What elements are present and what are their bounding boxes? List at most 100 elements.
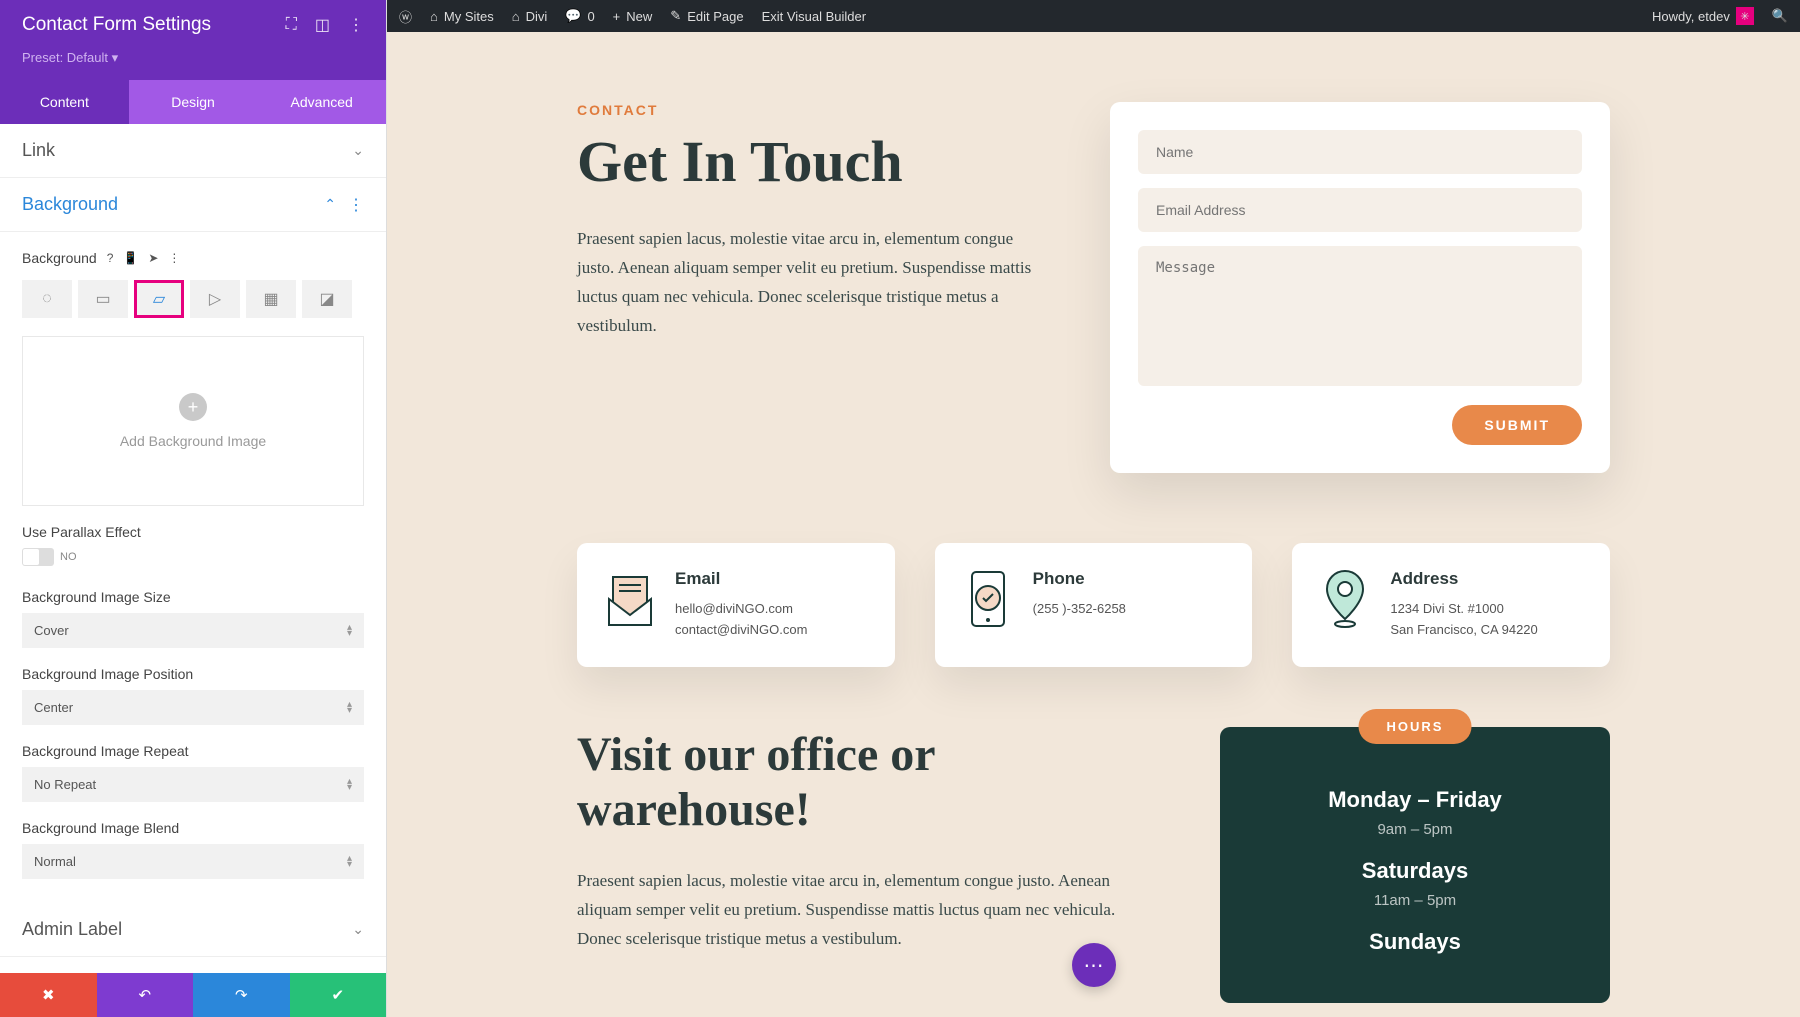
site-link[interactable]: ⌂Divi <box>512 9 548 24</box>
save-button[interactable]: ✔ <box>290 973 387 1017</box>
cancel-button[interactable]: ✖ <box>0 973 97 1017</box>
plus-icon: + <box>179 393 207 421</box>
bg-size-value: Cover <box>34 623 69 638</box>
background-field-label: Background ? 📱 ➤ ⋮ <box>22 250 364 266</box>
hours-time: 11am – 5pm <box>1260 892 1570 909</box>
tab-content[interactable]: Content <box>0 80 129 124</box>
chevron-up-icon: ⌃ <box>324 196 336 213</box>
bg-type-mask[interactable]: ◪ <box>302 280 352 318</box>
bg-repeat-select[interactable]: No Repeat ▴▾ <box>22 767 364 802</box>
hero-body: Praesent sapien lacus, molestie vitae ar… <box>577 225 1050 341</box>
redo-button[interactable]: ↷ <box>193 973 290 1017</box>
message-field[interactable] <box>1138 246 1582 386</box>
wp-logo-icon[interactable]: ⓦ <box>399 7 412 26</box>
edit-page-link[interactable]: ✎Edit Page <box>670 8 743 24</box>
select-arrows-icon: ▴▾ <box>347 779 352 791</box>
card-line: contact@diviNGO.com <box>675 620 807 641</box>
section-more-icon[interactable]: ⋮ <box>348 195 364 215</box>
bg-type-gradient[interactable]: ▭ <box>78 280 128 318</box>
info-card-email: Email hello@diviNGO.com contact@diviNGO.… <box>577 543 895 667</box>
contact-form: SUBMIT <box>1110 102 1610 473</box>
email-field[interactable] <box>1138 188 1582 232</box>
new-link[interactable]: +New <box>613 9 653 24</box>
comments-link[interactable]: 💬0 <box>565 8 594 24</box>
responsive-icon[interactable]: 📱 <box>123 251 138 265</box>
search-icon[interactable]: 🔍 <box>1772 8 1788 24</box>
focus-icon[interactable]: ⛶ <box>286 16 297 34</box>
preset-selector[interactable]: Preset: Default ▾ <box>0 50 386 80</box>
bg-size-select[interactable]: Cover ▴▾ <box>22 613 364 648</box>
card-title: Phone <box>1033 569 1126 589</box>
hours-day: Monday – Friday <box>1260 787 1570 813</box>
select-arrows-icon: ▴▾ <box>347 856 352 868</box>
bg-type-video[interactable]: ▷ <box>190 280 240 318</box>
info-card-address: Address 1234 Divi St. #1000 San Francisc… <box>1292 543 1610 667</box>
bg-type-image[interactable]: ▱ <box>134 280 184 318</box>
more-icon[interactable]: ⋮ <box>348 15 364 35</box>
tab-advanced[interactable]: Advanced <box>257 80 386 124</box>
section-background[interactable]: Background ⌃ ⋮ <box>0 178 386 232</box>
section-admin-label[interactable]: Admin Label ⌄ <box>0 903 386 957</box>
bg-blend-select[interactable]: Normal ▴▾ <box>22 844 364 879</box>
hero-title: Get In Touch <box>577 128 1050 195</box>
parallax-label: Use Parallax Effect <box>22 524 364 540</box>
help-icon[interactable]: ? <box>107 251 114 265</box>
avatar-icon: ✳ <box>1736 7 1754 25</box>
sidebar-title: Contact Form Settings <box>22 14 211 36</box>
envelope-icon <box>607 569 653 629</box>
bg-size-label: Background Image Size <box>22 589 364 605</box>
visit-title: Visit our office or warehouse! <box>577 727 1150 837</box>
exit-vb-link[interactable]: Exit Visual Builder <box>762 9 867 24</box>
card-line: (255 )-352-6258 <box>1033 599 1126 620</box>
bg-blend-label: Background Image Blend <box>22 820 364 836</box>
howdy-link[interactable]: Howdy, etdev✳ <box>1652 7 1754 25</box>
wp-admin-bar: ⓦ ⌂My Sites ⌂Divi 💬0 +New ✎Edit Page Exi… <box>387 0 1800 32</box>
undo-button[interactable]: ↶ <box>97 973 194 1017</box>
select-arrows-icon: ▴▾ <box>347 702 352 714</box>
sidebar-footer: ✖ ↶ ↷ ✔ <box>0 973 386 1017</box>
card-line: hello@diviNGO.com <box>675 599 807 620</box>
card-line: San Francisco, CA 94220 <box>1390 620 1537 641</box>
bg-position-value: Center <box>34 700 73 715</box>
name-field[interactable] <box>1138 130 1582 174</box>
bg-type-pattern[interactable]: ▦ <box>246 280 296 318</box>
section-link[interactable]: Link ⌄ <box>0 124 386 178</box>
options-icon[interactable]: ⋮ <box>168 251 180 265</box>
page-canvas: CONTACT Get In Touch Praesent sapien lac… <box>387 32 1800 1017</box>
bg-position-label: Background Image Position <box>22 666 364 682</box>
hover-icon[interactable]: ➤ <box>148 251 158 265</box>
hours-time: 9am – 5pm <box>1260 821 1570 838</box>
add-background-image[interactable]: + Add Background Image <box>22 336 364 506</box>
panel-toggle-icon[interactable]: ◫ <box>315 15 330 35</box>
settings-sidebar: Contact Form Settings ⛶ ◫ ⋮ Preset: Defa… <box>0 0 387 1017</box>
background-panel: Background ? 📱 ➤ ⋮ ◌ ▭ ▱ ▷ ▦ ◪ + Add Bac… <box>0 250 386 903</box>
visit-body: Praesent sapien lacus, molestie vitae ar… <box>577 867 1150 954</box>
my-sites-link[interactable]: ⌂My Sites <box>430 9 494 24</box>
section-admin-label-text: Admin Label <box>22 919 122 940</box>
hours-card: HOURS Monday – Friday 9am – 5pm Saturday… <box>1220 727 1610 1003</box>
background-type-tabs: ◌ ▭ ▱ ▷ ▦ ◪ <box>22 280 364 318</box>
section-link-label: Link <box>22 140 55 161</box>
background-label-text: Background <box>22 250 97 266</box>
chevron-down-icon: ⌄ <box>352 921 364 938</box>
card-title: Email <box>675 569 807 589</box>
sidebar-header: Contact Form Settings ⛶ ◫ ⋮ <box>0 0 386 50</box>
bg-type-color[interactable]: ◌ <box>22 280 72 318</box>
bg-repeat-label: Background Image Repeat <box>22 743 364 759</box>
pin-icon <box>1322 569 1368 629</box>
parallax-value: NO <box>60 551 77 563</box>
eyebrow: CONTACT <box>577 102 1050 118</box>
section-background-label: Background <box>22 194 118 215</box>
bg-blend-value: Normal <box>34 854 76 869</box>
bg-position-select[interactable]: Center ▴▾ <box>22 690 364 725</box>
select-arrows-icon: ▴▾ <box>347 625 352 637</box>
tab-design[interactable]: Design <box>129 80 258 124</box>
settings-tabs: Content Design Advanced <box>0 80 386 124</box>
card-title: Address <box>1390 569 1537 589</box>
parallax-toggle[interactable]: NO <box>22 548 77 566</box>
bg-repeat-value: No Repeat <box>34 777 96 792</box>
phone-icon <box>965 569 1011 629</box>
builder-fab[interactable]: ⋯ <box>1072 943 1116 987</box>
chevron-down-icon: ⌄ <box>352 142 364 159</box>
submit-button[interactable]: SUBMIT <box>1452 405 1582 445</box>
